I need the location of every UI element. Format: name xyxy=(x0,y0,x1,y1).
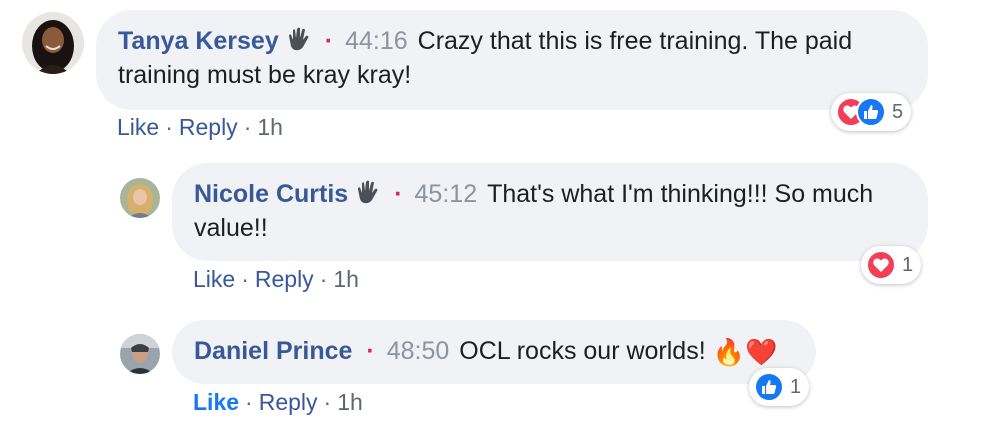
reply-link[interactable]: Reply xyxy=(259,389,318,415)
reaction-count: 1 xyxy=(902,253,914,276)
comment-author[interactable]: Tanya Kersey xyxy=(118,27,279,55)
top-fan-badge-icon xyxy=(285,26,311,52)
comment-actions: Like · Reply · 1h xyxy=(193,389,363,415)
fire-heart-emoji: 🔥❤️ xyxy=(712,337,778,367)
comment-author[interactable]: Daniel Prince xyxy=(194,337,352,365)
reaction-count: 5 xyxy=(892,100,904,123)
comment-text: value!! xyxy=(194,214,268,242)
comment-bubble: Nicole Curtis · 45:12 That's what I'm think… xyxy=(172,163,928,261)
comment-actions: Like · Reply · 1h xyxy=(193,266,359,292)
video-timestamp[interactable]: 48:50 xyxy=(387,337,450,365)
reaction-count: 1 xyxy=(790,375,802,398)
heart-reaction-icon xyxy=(866,250,896,280)
like-link[interactable]: Like xyxy=(193,266,235,292)
reply-link[interactable]: Reply xyxy=(255,266,314,292)
avatar[interactable] xyxy=(120,334,160,374)
live-dot: · xyxy=(366,337,375,365)
like-reaction-icon xyxy=(856,97,886,127)
comment-age[interactable]: 1h xyxy=(333,266,359,292)
avatar[interactable] xyxy=(120,178,160,218)
comment-bubble: Tanya Kersey · 44:16 Crazy that this is fre… xyxy=(96,10,928,110)
comment-actions: Like · Reply · 1h xyxy=(117,114,283,140)
comment-text: That's what I'm thinking!!! So much xyxy=(487,180,874,208)
reaction-summary[interactable]: 5 xyxy=(831,93,912,131)
comment-age[interactable]: 1h xyxy=(257,114,283,140)
video-timestamp[interactable]: 45:12 xyxy=(415,180,478,208)
comment-text: OCL rocks our worlds! xyxy=(459,337,706,365)
comment-bubble: Daniel Prince · 48:50 OCL rocks our worlds!… xyxy=(172,320,816,384)
reaction-summary[interactable]: 1 xyxy=(861,246,922,284)
avatar[interactable] xyxy=(22,12,84,74)
live-dot: · xyxy=(324,27,334,55)
video-timestamp[interactable]: 44:16 xyxy=(345,27,408,55)
comment-thread: Tanya Kersey · 44:16 Crazy that this is fre… xyxy=(0,0,1000,438)
top-fan-badge-icon xyxy=(354,179,380,205)
reaction-summary[interactable]: 1 xyxy=(749,368,810,406)
comment-age[interactable]: 1h xyxy=(337,389,363,415)
comment-text: Crazy that this is free training. The pa… xyxy=(417,27,853,55)
comment-text: training must be kray kray! xyxy=(118,61,412,89)
like-reaction-icon xyxy=(754,372,784,402)
live-dot: · xyxy=(394,180,403,208)
reply-link[interactable]: Reply xyxy=(179,114,238,140)
like-link[interactable]: Like xyxy=(117,114,159,140)
like-link[interactable]: Like xyxy=(193,389,239,415)
comment-author[interactable]: Nicole Curtis xyxy=(194,180,348,208)
